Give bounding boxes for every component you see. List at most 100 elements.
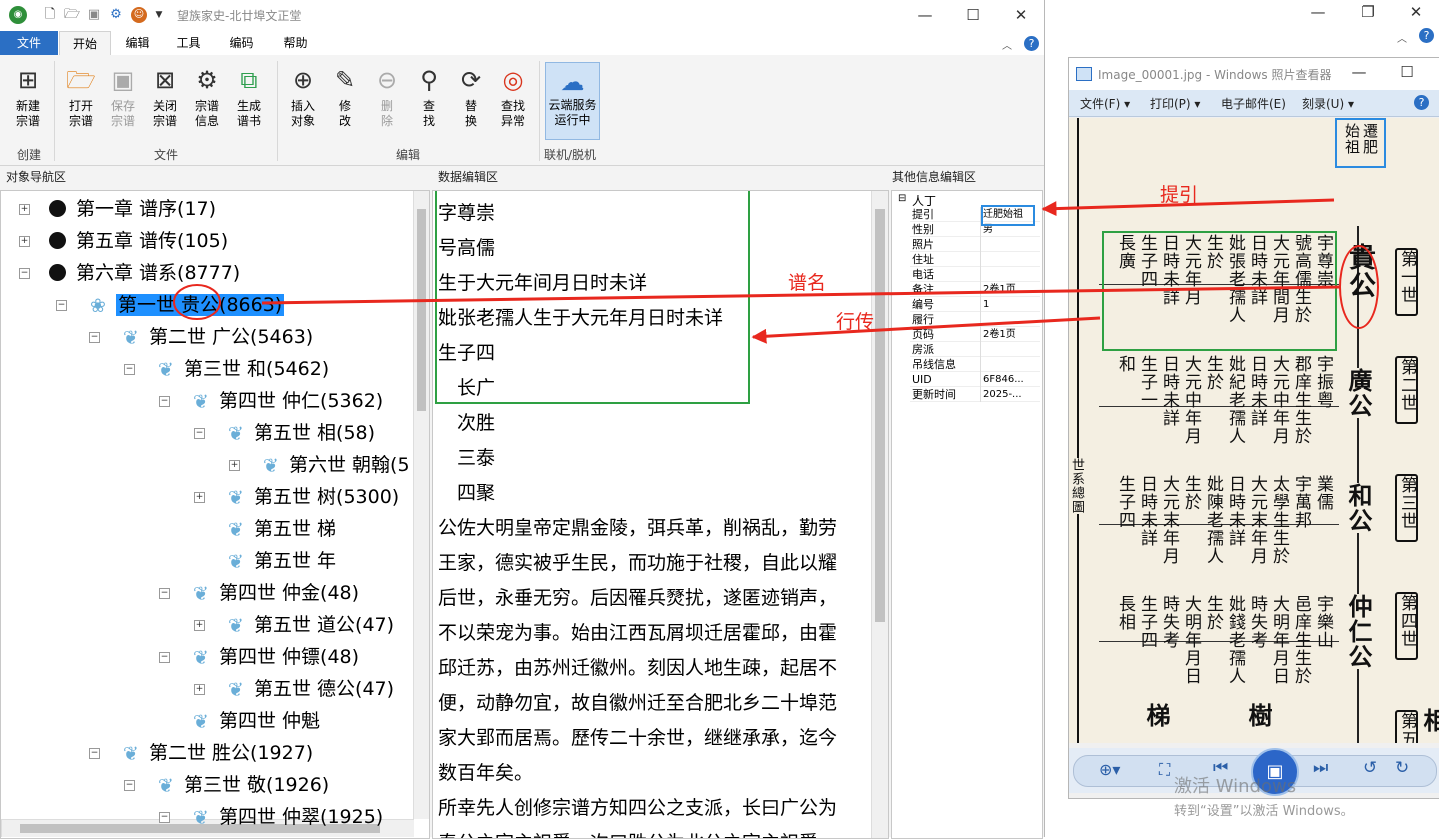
info-field-value[interactable]: 2025-... <box>983 387 1022 402</box>
save-icon[interactable]: ▣ <box>86 7 102 23</box>
next-icon[interactable]: ⏭ <box>1313 758 1328 778</box>
settings-gear-icon[interactable]: ⚙ <box>108 7 124 23</box>
open-folder-icon[interactable]: 🗁 <box>64 7 80 23</box>
rotate-right-icon[interactable]: ↻ <box>1395 758 1409 778</box>
maximize-button[interactable]: ☐ <box>950 3 996 27</box>
rotate-left-icon[interactable]: ↺ <box>1363 758 1377 778</box>
expand-toggle-icon[interactable]: − <box>89 332 100 343</box>
editor-text-line[interactable]: 次胜 <box>438 408 495 435</box>
info-field-value[interactable]: 2卷1页 <box>983 282 1016 297</box>
info-field-value[interactable]: 6F846... <box>983 372 1024 387</box>
expand-toggle-icon[interactable]: + <box>229 460 240 471</box>
find-anomaly-button[interactable]: ◎ 查找 异常 <box>494 61 532 139</box>
open-genealogy-button[interactable]: 🗁 打开 宗谱 <box>62 61 100 139</box>
editor-vertical-scrollbar[interactable] <box>871 191 888 838</box>
tree-node[interactable]: 第五章 谱传(105) <box>49 227 228 255</box>
expand-toggle-icon[interactable]: + <box>194 684 205 695</box>
editor-text-line[interactable]: 四聚 <box>438 478 495 505</box>
tab-home[interactable]: 开始 <box>59 31 111 56</box>
viewer-menu-file[interactable]: 文件(F) ▾ <box>1080 95 1130 112</box>
tab-edit[interactable]: 编辑 <box>115 31 160 55</box>
tab-file[interactable]: 文件 <box>0 31 58 55</box>
viewer-menu-email[interactable]: 电子邮件(E) <box>1221 95 1286 112</box>
tree-node[interactable]: ❦ 第五世 相(58) <box>224 419 375 447</box>
editor-text-line[interactable]: 后世，永垂无穷。后因罹兵燹扰，遂匿迹销声， <box>438 583 837 610</box>
bg-close-button[interactable]: ✕ <box>1393 0 1439 24</box>
tab-tools[interactable]: 工具 <box>166 31 211 55</box>
bg-restore-button[interactable]: ❐ <box>1345 0 1391 24</box>
bg-collapse-icon[interactable]: ︿ <box>1397 30 1407 45</box>
fit-window-icon[interactable]: ⛶ <box>1159 760 1170 780</box>
tree-node[interactable]: ❦ 第五世 年 <box>224 547 336 575</box>
tree-node[interactable]: ❦ 第五世 梯 <box>224 515 336 543</box>
editor-text-line[interactable]: 家大郢而居焉。歷传二十余世，继继承承，迄今 <box>438 723 837 750</box>
save-genealogy-button[interactable]: ▣ 保存 宗谱 <box>104 61 142 139</box>
expand-toggle-icon[interactable]: − <box>159 588 170 599</box>
expand-toggle-icon[interactable]: − <box>56 300 67 311</box>
tab-encode[interactable]: 编码 <box>219 31 264 55</box>
help-icon[interactable]: ? <box>1024 36 1039 51</box>
expand-toggle-icon[interactable]: − <box>159 396 170 407</box>
tree-node[interactable]: ❀ 第一世 贵公(8663) <box>86 291 285 319</box>
tree-node[interactable]: ❦ 第四世 仲金(48) <box>189 579 359 607</box>
tree-node[interactable]: ❦ 第六世 朝翰(5 <box>259 451 410 479</box>
editor-text-line[interactable]: 便，动静勿宜，故自徽州迁至合肥北乡二十埠范 <box>438 688 837 715</box>
replace-button[interactable]: ⟳ 替 换 <box>452 61 490 139</box>
tree-node[interactable]: 第六章 谱系(8777) <box>49 259 240 287</box>
user-avatar-icon[interactable]: ☺ <box>131 7 147 23</box>
tree-node[interactable]: ❦ 第五世 德公(47) <box>224 675 394 703</box>
editor-text-line[interactable]: 王家，德实被乎生民，而功施于社稷，自此以耀 <box>438 548 837 575</box>
viewer-help-icon[interactable]: ? <box>1414 95 1429 110</box>
delete-button[interactable]: ⊖ 删 除 <box>368 61 406 139</box>
expand-toggle-icon[interactable]: + <box>19 236 30 247</box>
editor-text-line[interactable]: 三泰 <box>438 443 495 470</box>
dropdown-arrow-icon[interactable]: ▼ <box>151 7 167 23</box>
tree-node[interactable]: ❦ 第二世 胜公(1927) <box>119 739 313 767</box>
tree-node[interactable]: ❦ 第二世 广公(5463) <box>119 323 313 351</box>
scrollbar-thumb[interactable] <box>875 209 885 622</box>
tree-node[interactable]: ❦ 第四世 仲仁(5362) <box>189 387 383 415</box>
expand-toggle-icon[interactable]: − <box>194 428 205 439</box>
expand-toggle-icon[interactable]: − <box>19 268 30 279</box>
viewer-menu-print[interactable]: 打印(P) ▾ <box>1150 95 1200 112</box>
editor-text-line[interactable]: 邱迁苏，由苏州迁徽州。刻因人地生疎，起居不 <box>438 653 837 680</box>
viewer-maximize-button[interactable]: ☐ <box>1387 60 1427 84</box>
expand-toggle-icon[interactable]: − <box>124 364 135 375</box>
viewer-menu-burn[interactable]: 刻录(U) ▾ <box>1302 95 1354 112</box>
insert-object-button[interactable]: ⊕ 插入 对象 <box>284 61 322 139</box>
editor-text-line[interactable]: 数百年矣。 <box>438 758 533 785</box>
tab-help[interactable]: 帮助 <box>273 31 318 55</box>
zoom-icon[interactable]: ⊕▾ <box>1099 760 1120 779</box>
tree-node[interactable]: ❦ 第五世 道公(47) <box>224 611 394 639</box>
find-button[interactable]: ⚲ 查 找 <box>410 61 448 139</box>
generate-book-button[interactable]: ⧉ 生成 谱书 <box>230 61 268 139</box>
editor-text-line[interactable]: 泰公之宗主祀爵，次曰胜公为北公之宗主祀爵 <box>438 828 818 838</box>
viewer-minimize-button[interactable]: — <box>1339 60 1379 84</box>
genealogy-info-button[interactable]: ⚙ 宗谱 信息 <box>188 61 226 139</box>
info-field-value[interactable]: 1 <box>983 297 989 312</box>
info-field-value[interactable]: 2卷1页 <box>983 327 1016 342</box>
collapse-icon[interactable]: ⊟ <box>898 193 906 204</box>
editor-text-line[interactable]: 公佐大明皇帝定鼎金陵，弭兵革，削祸乱，勤劳 <box>438 513 837 540</box>
new-genealogy-button[interactable]: ⊞ 新建 宗谱 <box>9 61 47 139</box>
editor-text-line[interactable]: 不以荣宠为事。始由江西瓦屑坝迁居霍邱，由霍 <box>438 618 837 645</box>
expand-toggle-icon[interactable]: − <box>159 812 170 823</box>
tree-vertical-scrollbar[interactable] <box>413 191 429 819</box>
close-genealogy-button[interactable]: ⊠ 关闭 宗谱 <box>146 61 184 139</box>
tree-node[interactable]: 第一章 谱序(17) <box>49 195 216 223</box>
minimize-button[interactable]: — <box>902 3 948 27</box>
tree-node[interactable]: ❦ 第四世 仲翠(1925) <box>189 803 383 831</box>
other-info-grid[interactable]: ⊟ 人丁 提引 迁肥始祖 性别男照片 住址 电话 备注 2卷1页 编号 1 履行 页码 2卷1页 房派吊… <box>891 190 1043 839</box>
ribbon-collapse-icon[interactable]: ︿ <box>1002 37 1012 52</box>
modify-button[interactable]: ✎ 修 改 <box>326 61 364 139</box>
tree-node[interactable]: ❦ 第四世 仲魁 <box>189 707 320 735</box>
expand-toggle-icon[interactable]: − <box>124 780 135 791</box>
expand-toggle-icon[interactable]: + <box>19 204 30 215</box>
tree-node[interactable]: ❦ 第四世 仲镖(48) <box>189 643 359 671</box>
expand-toggle-icon[interactable]: − <box>89 748 100 759</box>
tree-node[interactable]: ❦ 第三世 敬(1926) <box>154 771 329 799</box>
expand-toggle-icon[interactable]: + <box>194 492 205 503</box>
cloud-service-button[interactable]: ☁ 云端服务 运行中 <box>545 62 600 140</box>
expand-toggle-icon[interactable]: + <box>194 620 205 631</box>
object-navigation-tree[interactable]: + 第一章 谱序(17) + 第五章 谱传(105) − 第六章 谱系(8777) − ❀ 第一… <box>0 190 430 839</box>
